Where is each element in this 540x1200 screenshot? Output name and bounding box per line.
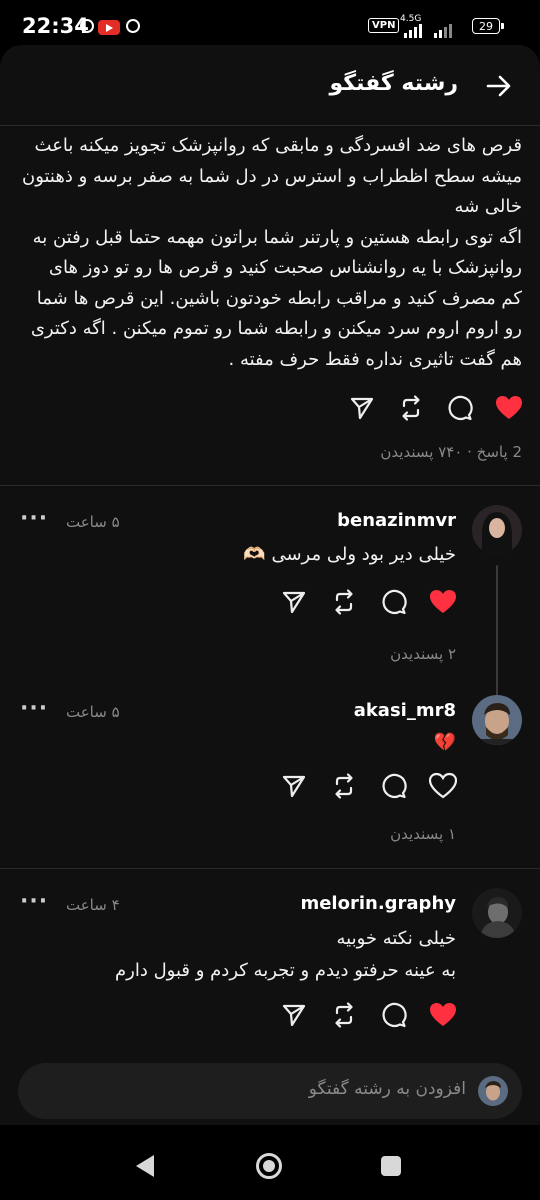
repost-icon[interactable]	[330, 588, 358, 616]
reply-line: 💔	[433, 732, 456, 753]
username[interactable]: melorin.graphy	[300, 893, 456, 914]
post-body: قرص های ضد افسردگی و مابقی که روانپزشک ت…	[16, 131, 522, 375]
post-meta[interactable]: 2 پاسخ · ۷۴۰ پسندیدن	[380, 443, 522, 461]
post-line: رو اروم اروم سرد میکنن و رابطه شما رو تم…	[30, 318, 522, 339]
reply-body: خیلی دیر بود ولی مرسی 🫶🏻	[76, 540, 456, 570]
reply-likes[interactable]: ۲ پسندیدن	[390, 645, 456, 663]
arrow-right-icon[interactable]	[486, 73, 512, 99]
reply-line: خیلی نکته خوبیه	[336, 928, 456, 949]
vpn-indicator: VPN	[368, 18, 400, 33]
repost-icon[interactable]	[330, 1001, 358, 1029]
comment-icon[interactable]	[380, 588, 408, 616]
post-line: هم گفت تاثیری نداره فقط حرف مفته .	[228, 348, 522, 370]
system-nav-bar	[0, 1125, 540, 1200]
avatar[interactable]	[472, 888, 522, 938]
username[interactable]: akasi_mr8	[354, 700, 456, 721]
post-line: خالی شه	[454, 196, 522, 217]
more-icon[interactable]: ···	[20, 889, 48, 914]
post-line: روانپزشک با یه روانشناس صحبت کنید و قرص …	[48, 257, 522, 278]
send-icon[interactable]	[280, 588, 308, 616]
heart-icon[interactable]	[429, 772, 457, 800]
more-icon[interactable]: ···	[20, 506, 48, 531]
username[interactable]: benazinmvr	[337, 510, 456, 531]
comment-icon[interactable]	[380, 772, 408, 800]
reply-body: 💔	[76, 728, 456, 758]
nav-recents-icon[interactable]	[381, 1156, 401, 1176]
heart-icon[interactable]	[495, 394, 523, 422]
post-line: قرص های ضد افسردگی و مابقی که روانپزشک ت…	[34, 135, 522, 156]
comment-icon[interactable]	[446, 394, 474, 422]
repost-icon[interactable]	[397, 394, 425, 422]
more-icon[interactable]: ···	[20, 696, 48, 721]
network-type: 4.5G	[400, 14, 422, 24]
avatar[interactable]	[472, 505, 522, 555]
reply-likes[interactable]: ۱ پسندیدن	[390, 825, 456, 843]
reply-time: ۵ ساعت	[66, 513, 120, 531]
send-icon[interactable]	[280, 772, 308, 800]
post-line: کم مصرف کنید و مراقب رابطه خودتون باشین.…	[36, 287, 522, 309]
compose-placeholder: افزودن به رشته گفتگو	[308, 1079, 466, 1099]
nav-back-icon[interactable]	[136, 1155, 154, 1177]
repost-icon[interactable]	[330, 772, 358, 800]
reply-time: ۴ ساعت	[66, 896, 120, 914]
reply-actions	[0, 1001, 540, 1031]
send-icon[interactable]	[348, 394, 376, 422]
post-line: اگه توی رابطه هستین و پارتنر شما براتون …	[32, 226, 522, 248]
heart-icon[interactable]	[429, 588, 457, 616]
reply-time: ۵ ساعت	[66, 703, 120, 721]
thread-sheet: رشته گفتگو قرص های ضد افسردگی و مابقی که…	[0, 45, 540, 1200]
threads-notification-icon	[80, 19, 94, 33]
heart-icon[interactable]	[429, 1001, 457, 1029]
avatar	[478, 1076, 508, 1106]
reply-line: خیلی دیر بود ولی مرسی 🫶🏻	[243, 544, 456, 565]
avatar[interactable]	[472, 695, 522, 745]
post-line: میشه سطح اظطراب و استرس در دل شما به صفر…	[21, 165, 522, 187]
post-actions	[0, 394, 540, 424]
reply-actions	[0, 772, 540, 802]
status-time: 22:34	[22, 14, 89, 38]
reply-compose[interactable]: افزودن به رشته گفتگو	[18, 1063, 522, 1119]
youtube-notification-icon	[98, 20, 120, 35]
signal-icon	[404, 24, 452, 38]
divider	[0, 485, 540, 486]
threads-notification-icon-2	[126, 19, 140, 33]
battery-indicator: 29	[472, 18, 504, 34]
header: رشته گفتگو	[0, 45, 540, 126]
comment-icon[interactable]	[380, 1001, 408, 1029]
page-title: رشته گفتگو	[329, 71, 458, 96]
reply-actions	[0, 588, 540, 618]
reply-line: به عینه حرفتو دیدم و تجربه کردم و قبول د…	[115, 960, 456, 981]
reply-body: خیلی نکته خوبیه به عینه حرفتو دیدم و تجر…	[36, 923, 456, 987]
nav-home-icon[interactable]	[256, 1153, 282, 1179]
send-icon[interactable]	[280, 1001, 308, 1029]
divider	[0, 868, 540, 869]
